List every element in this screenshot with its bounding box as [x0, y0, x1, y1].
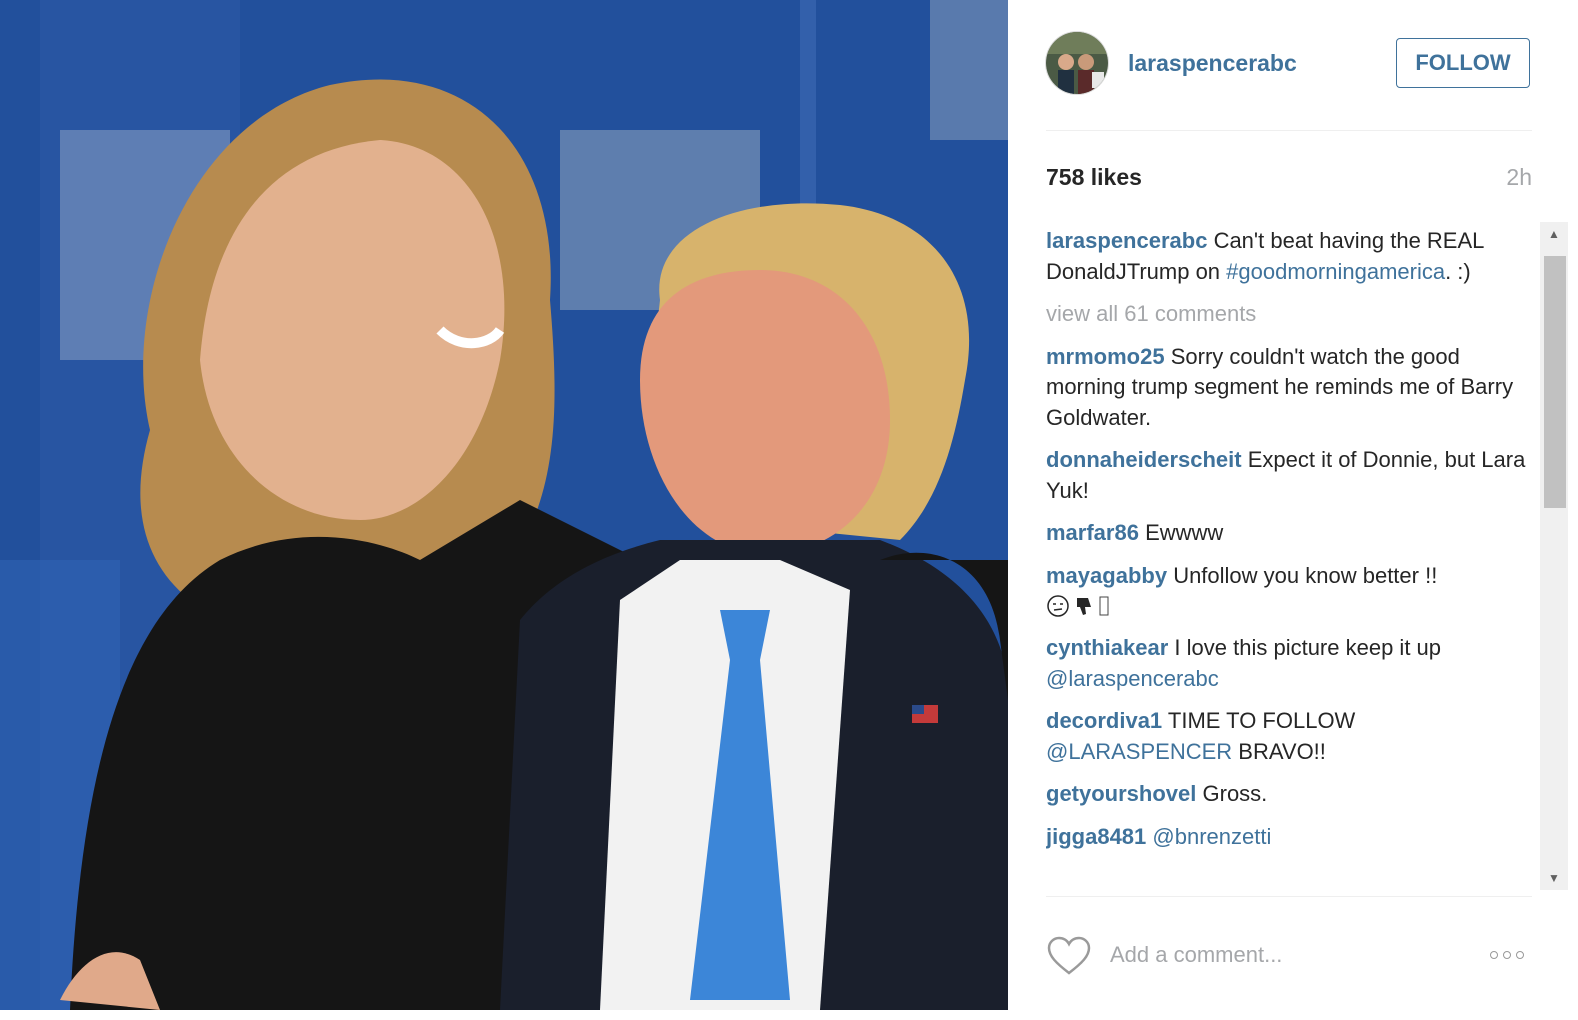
post-header: laraspencerabc FOLLOW — [1046, 30, 1532, 131]
comments-list: laraspencerabc Can't beat having the REA… — [1046, 226, 1532, 888]
comment-mention[interactable]: @LARASPENCER — [1046, 739, 1232, 764]
post-author-username[interactable]: laraspencerabc — [1128, 50, 1297, 77]
avatar[interactable] — [1046, 32, 1108, 94]
more-dot — [1516, 951, 1524, 959]
more-dot — [1490, 951, 1498, 959]
thumbs-down-icon — [1077, 598, 1091, 615]
comment-username[interactable]: marfar86 — [1046, 520, 1139, 545]
comment-username[interactable]: donnaheiderscheit — [1046, 447, 1242, 472]
comment-item: cynthiakear I love this picture keep it … — [1046, 633, 1532, 694]
comment-username[interactable]: decordiva1 — [1046, 708, 1162, 733]
comment-username[interactable]: cynthiakear — [1046, 635, 1168, 660]
comment-item: donnaheiderscheit Expect it of Donnie, b… — [1046, 445, 1532, 506]
post-footer — [1046, 896, 1532, 1011]
comment-username[interactable]: mrmomo25 — [1046, 344, 1165, 369]
comment-mention[interactable]: @laraspencerabc — [1046, 666, 1219, 691]
scroll-up-arrow-icon[interactable]: ▲ — [1540, 222, 1568, 246]
page-bottom-edge — [0, 1010, 1578, 1020]
more-dot — [1503, 951, 1511, 959]
post-side-panel: laraspencerabc FOLLOW 758 likes 2h laras… — [1008, 0, 1578, 1010]
comment-item: decordiva1 TIME TO FOLLOW @LARASPENCER B… — [1046, 706, 1532, 767]
scroll-down-arrow-icon[interactable]: ▼ — [1540, 866, 1568, 890]
post-photo[interactable] — [0, 0, 1008, 1010]
comment-text: Unfollow you know better !! — [1173, 562, 1438, 588]
comment-item: mayagabby Unfollow you know better !! — [1046, 561, 1532, 622]
comment-item: jigga8481 @bnrenzetti — [1046, 822, 1532, 853]
caption-hashtag[interactable]: #goodmorningamerica — [1226, 259, 1445, 284]
heart-outline-icon[interactable] — [1046, 935, 1092, 977]
unamused-face-icon — [1047, 595, 1069, 617]
follow-button[interactable]: FOLLOW — [1396, 38, 1530, 88]
add-comment-input[interactable] — [1110, 937, 1470, 973]
caption-tail: . :) — [1445, 258, 1471, 284]
comment-item: getyourshovel Gross. — [1046, 779, 1532, 810]
post-timestamp[interactable]: 2h — [1506, 164, 1532, 191]
scrollbar-thumb[interactable] — [1544, 256, 1566, 508]
comment-item: marfar86 Ewwww — [1046, 518, 1532, 549]
comment-username[interactable]: mayagabby — [1046, 563, 1167, 588]
comment-text: TIME TO FOLLOW — [1167, 708, 1356, 733]
likes-count[interactable]: 758 likes — [1046, 164, 1142, 191]
comment-username[interactable]: jigga8481 — [1046, 824, 1146, 849]
photo-illustration — [0, 0, 1008, 1010]
comment-tail: BRAVO!! — [1238, 738, 1326, 764]
comment-mention[interactable]: @bnrenzetti — [1152, 824, 1271, 849]
comment-item: mrmomo25 Sorry couldn't watch the good m… — [1046, 342, 1532, 434]
comment-text: I love this picture keep it up — [1174, 635, 1442, 660]
comment-emoji-row — [1046, 591, 1532, 621]
comment-text: Gross. — [1202, 781, 1268, 806]
more-options-icon[interactable] — [1490, 945, 1532, 965]
missing-glyph-icon — [1099, 596, 1109, 616]
comments-scrollbar[interactable]: ▲ ▼ — [1540, 222, 1568, 890]
view-all-comments-link[interactable]: view all 61 comments — [1046, 299, 1532, 330]
comment-username[interactable]: getyourshovel — [1046, 781, 1196, 806]
post-caption: laraspencerabc Can't beat having the REA… — [1046, 226, 1532, 287]
caption-username[interactable]: laraspencerabc — [1046, 228, 1207, 253]
comment-text: Ewwww — [1145, 520, 1224, 545]
avatar-image — [1046, 32, 1108, 94]
